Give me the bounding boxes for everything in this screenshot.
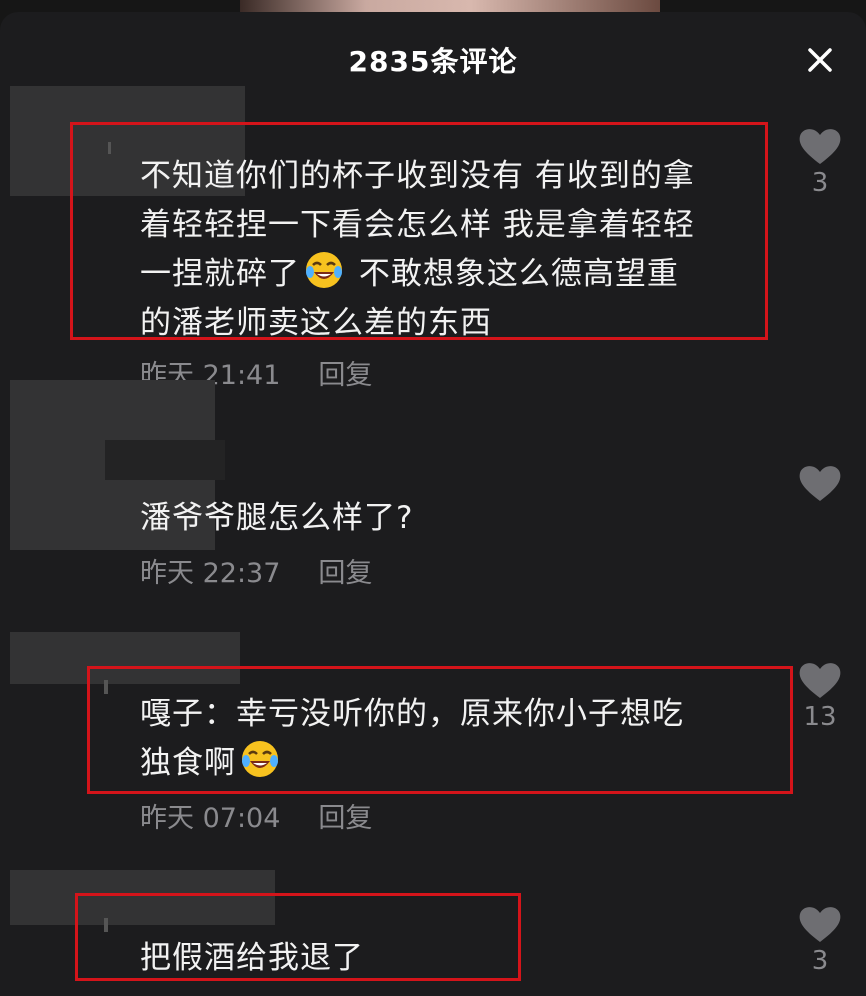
reply-button[interactable]: 回复 (318, 360, 372, 391)
close-icon[interactable] (800, 40, 840, 80)
heart-icon (799, 466, 841, 501)
heart-icon (799, 663, 841, 698)
heart-icon (799, 129, 841, 164)
comment-3-meta: 昨天 07:04 回复 (140, 796, 372, 835)
reply-button[interactable]: 回复 (318, 803, 372, 834)
like-count: 13 (803, 702, 837, 732)
reply-button[interactable]: 回复 (318, 558, 372, 589)
timestamp: 昨天 07:04 (140, 803, 281, 834)
comment-count-title: 2835条评论 (348, 45, 518, 78)
comment-line: 潘爷爷腿怎么样了? (140, 500, 414, 536)
like-button[interactable]: 3 (790, 126, 850, 198)
timestamp: 昨天 22:37 (140, 558, 281, 589)
heart-icon (799, 907, 841, 942)
like-button[interactable]: 13 (790, 660, 850, 732)
highlight-box (75, 893, 521, 981)
comment-2-text: 潘爷爷腿怎么样了? (140, 494, 413, 543)
comment-2-meta: 昨天 22:37 回复 (140, 551, 372, 590)
like-count: 3 (811, 946, 829, 976)
username-mosaic (105, 440, 225, 480)
like-button[interactable]: 3 (790, 904, 850, 976)
like-count: 3 (811, 168, 829, 198)
comments-screen: 2835条评论 不知道你们的杯子收到没有 有收到的拿 着轻轻捏一下看会怎么样 我… (0, 0, 866, 996)
highlight-box (87, 666, 793, 794)
highlight-box (70, 122, 768, 340)
video-background (240, 0, 660, 12)
like-button[interactable] (790, 463, 850, 503)
